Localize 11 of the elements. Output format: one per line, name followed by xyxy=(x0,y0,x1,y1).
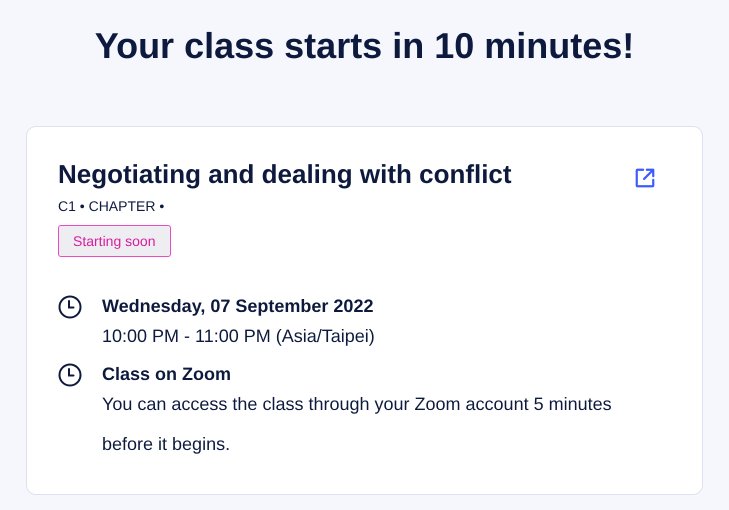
page-heading: Your class starts in 10 minutes! xyxy=(94,24,636,68)
external-link-icon[interactable] xyxy=(634,167,656,189)
class-title: Negotiating and dealing with conflict xyxy=(58,158,512,191)
detail-heading: Class on Zoom xyxy=(102,363,232,386)
status-badge: Starting soon xyxy=(58,225,170,257)
detail-heading: Wednesday, 07 September 2022 xyxy=(102,295,374,318)
class-meta: C1 • CHAPTER • xyxy=(58,197,166,215)
clock-icon xyxy=(58,363,82,387)
detail-text: 10:00 PM - 11:00 PM (Asia/Taipei) xyxy=(102,325,375,348)
clock-icon xyxy=(58,295,82,319)
detail-text: You can access the class through your Zoom account 5 minutes before it begins. xyxy=(102,393,613,456)
